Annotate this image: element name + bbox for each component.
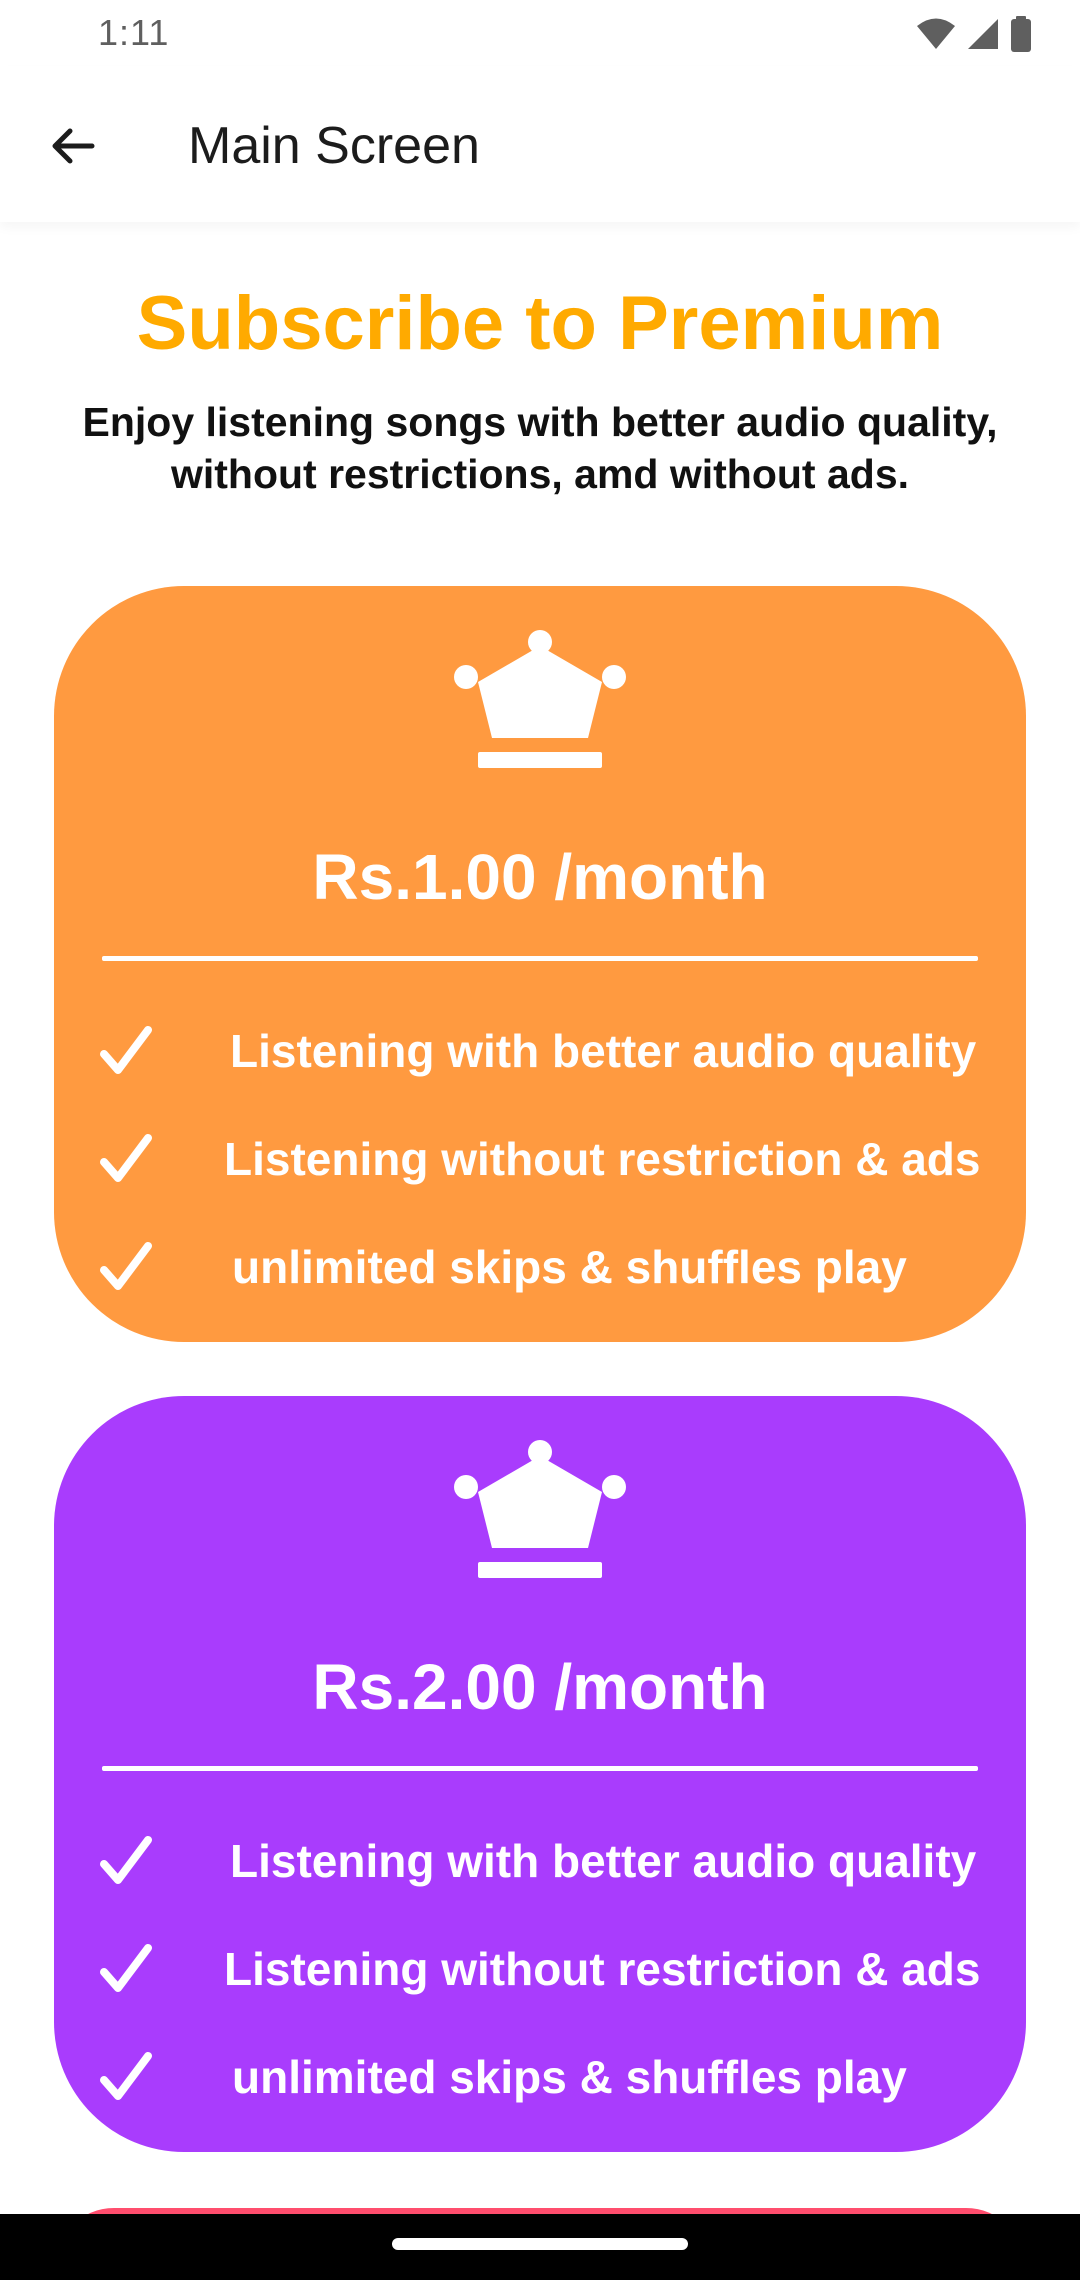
plan-price: Rs.2.00 /month (312, 1651, 768, 1723)
plan-price: Rs.1.00 /month (312, 841, 768, 913)
app-bar: Main Screen (0, 66, 1080, 222)
feature-item: unlimited skips & shuffles play (54, 1228, 1026, 1308)
feature-item: Listening without restriction & ads (54, 1120, 1026, 1200)
feature-text: Listening without restriction & ads (224, 1943, 981, 1995)
signal-icon (966, 17, 1000, 51)
feature-text: unlimited skips & shuffles play (232, 1241, 907, 1293)
wifi-icon (916, 17, 956, 51)
crown-icon (454, 1440, 626, 1578)
feature-text: Listening with better audio quality (230, 1025, 977, 1077)
back-button[interactable] (36, 110, 108, 182)
status-icons (916, 14, 1032, 54)
check-icon (100, 1944, 152, 1992)
check-icon (100, 1836, 152, 1884)
main-screen: 1:11 Main Screen Subscribe to Premium En… (0, 0, 1080, 2280)
check-icon (100, 1026, 152, 1074)
feature-text: Listening with better audio quality (230, 1835, 977, 1887)
check-icon (100, 1134, 152, 1182)
feature-item: Listening with better audio quality (54, 1822, 1026, 1902)
feature-text: unlimited skips & shuffles play (232, 2051, 907, 2103)
feature-item: unlimited skips & shuffles play (54, 2038, 1026, 2118)
app-title: Main Screen (188, 117, 480, 175)
divider (102, 956, 978, 961)
feature-item: Listening with better audio quality (54, 1012, 1026, 1092)
status-time: 1:11 (98, 12, 170, 53)
status-bar: 1:11 (0, 0, 1080, 66)
check-icon (100, 1242, 152, 1290)
feature-item: Listening without restriction & ads (54, 1930, 1026, 2010)
home-gesture-handle[interactable] (392, 2238, 688, 2250)
headline: Subscribe to Premium (136, 281, 944, 366)
battery-icon (1010, 16, 1032, 52)
check-icon (100, 2052, 152, 2100)
navigation-bar (0, 2214, 1080, 2280)
crown-icon (454, 630, 626, 768)
arrow-back-icon (52, 128, 95, 164)
plan-card-1[interactable]: Rs.1.00 /month Listening with better aud… (54, 586, 1026, 1342)
subtitle: Enjoy listening songs with better audio … (82, 399, 998, 497)
plan-card-2[interactable]: Rs.2.00 /month Listening with better aud… (54, 1396, 1026, 2152)
feature-text: Listening without restriction & ads (224, 1133, 981, 1185)
divider (102, 1766, 978, 1771)
